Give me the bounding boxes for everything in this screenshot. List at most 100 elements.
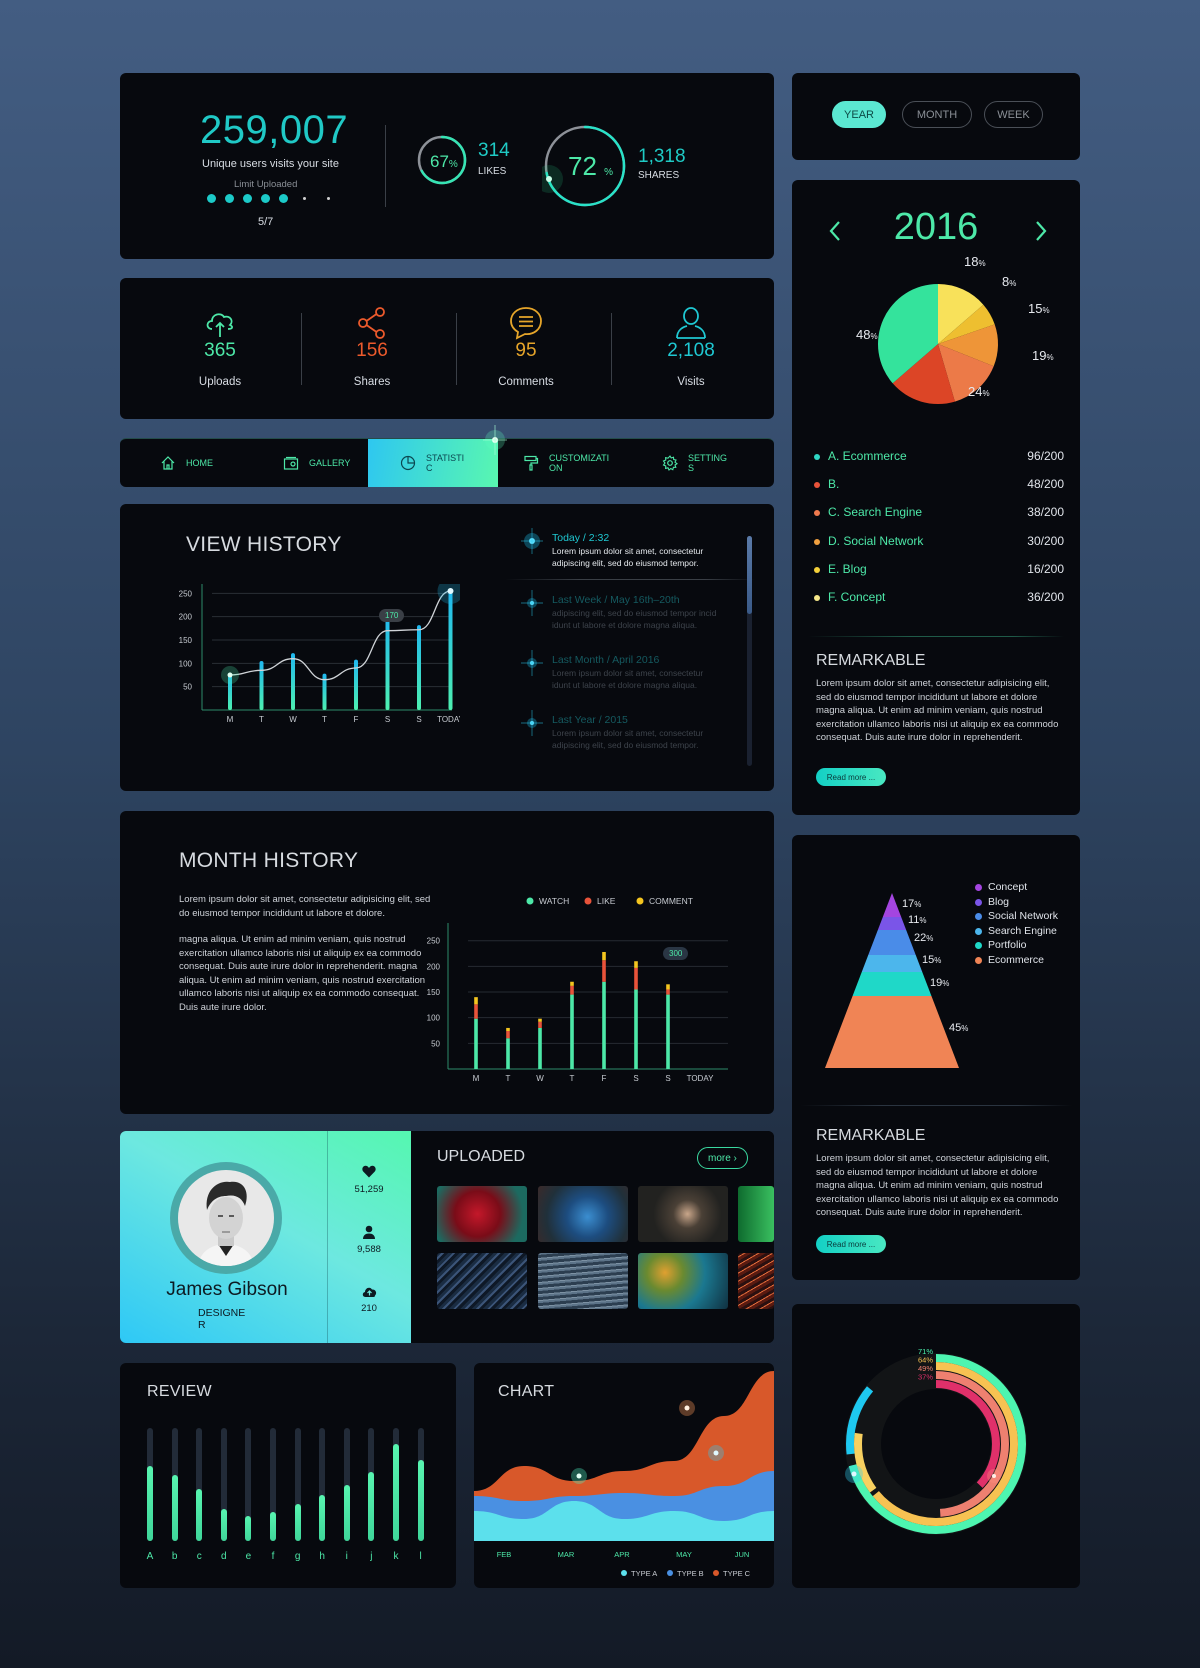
review-bar [319,1428,326,1541]
thumbnail[interactable] [738,1253,774,1309]
x-tick-label: M [227,715,234,724]
legend-dot [975,927,982,935]
legend-marker [621,1570,627,1576]
legend-value: 36/200 [1027,590,1064,604]
area-chart-title: CHART [498,1383,555,1400]
legend-label: TYPE C [723,1569,751,1578]
stat-label: Visits [677,376,705,388]
pyramid-card: 17% 11% 22% 15% 19% 45% Concept Blog Social Net… [792,835,1080,1280]
stat-value: 2,108 [667,340,715,361]
x-tick-label: MAY [676,1550,692,1559]
likes-percent: 67% [430,152,458,171]
legend-dot [814,510,820,517]
nav-home[interactable]: HOME [160,439,280,487]
limit-dot [303,197,306,200]
glow-point [851,1471,857,1477]
x-tick-label: S [416,715,421,724]
legend-label: Social Network [988,910,1059,923]
thumbnail[interactable] [538,1253,628,1309]
bar-segment [666,989,670,995]
month-history-paragraph-1: Lorem ipsum dolor sit amet, consectetur … [179,894,431,919]
bar-segment [570,994,574,1069]
x-tick-label: F [354,715,359,724]
thumbnail[interactable] [638,1186,728,1242]
pyramid-label: 45% [949,1022,968,1034]
bar-segment [474,997,478,1005]
review-title: REVIEW [147,1383,212,1400]
limit-dot [243,194,252,203]
thumbnail[interactable] [738,1186,774,1242]
read-more-button[interactable]: Read more ... [816,768,886,786]
period-month-button[interactable]: MONTH [902,101,972,128]
thumbnail[interactable] [538,1186,628,1242]
bar-segment [666,984,670,990]
more-button[interactable]: more › [697,1147,748,1169]
remarkable-text: Lorem ipsum dolor sit amet, consectetur … [816,678,1059,743]
thumbnail[interactable] [437,1186,527,1242]
area-chart-card: CHART FEB MAR APR MAY JUN TYPE A TYPE B TYPE C [474,1363,774,1588]
scrollbar-thumb[interactable] [747,536,752,614]
x-tick-label: T [506,1074,511,1083]
y-tick-label: 250 [179,589,193,598]
stat-uploads[interactable]: 365 Uploads [145,278,295,419]
x-tick-label: APR [614,1550,630,1559]
pyramid-level [825,996,959,1068]
x-tick-label: S [633,1074,638,1083]
review-label: i [345,1551,348,1562]
review-label: c [196,1551,202,1562]
legend-label: A. Ecommerce [828,449,907,463]
avatar[interactable] [178,1170,274,1266]
divider [808,636,1064,637]
review-bar [196,1428,203,1541]
limit-dot [261,194,270,203]
pie-label: 18% [964,256,986,269]
timeline-title: Last Week / May 16th–20th [552,594,680,606]
profile-name: James Gibson [166,1279,288,1300]
x-tick-label: TODAY [687,1074,714,1083]
glow-point [576,1473,582,1479]
profile-panel: James Gibson DESIGNER 51,259 9,588 210 [120,1131,411,1343]
review-bar [343,1428,350,1541]
thumbnail[interactable] [437,1253,527,1309]
shares-percent: 72 % [568,151,614,181]
legend-dot [975,884,982,891]
read-more-button[interactable]: Read more ... [816,1235,886,1253]
likes-label: LIKES [478,166,507,177]
pyramid-label: 17% [902,898,921,910]
view-history-chart: 50 100 150 200 250 M T W T F S S TODAY [179,584,460,724]
chevron-right-icon[interactable] [1034,220,1048,242]
month-history-chart: WATCH LIKE COMMENT 50 100 150 200 250 M T W T F S S TOD… [427,896,728,1083]
timeline-scrollbar[interactable] [747,536,752,766]
stat-comments[interactable]: 95 Comments [451,278,601,419]
stat-visits[interactable]: 2,108 Visits [616,278,766,419]
stat-shares[interactable]: 156 Shares [297,278,447,419]
y-tick-label: 200 [427,962,441,971]
period-year-button[interactable]: YEAR [832,101,886,128]
nav-statistic[interactable]: STATISTIC [368,439,498,487]
month-history-paragraph-2: magna aliqua. Ut enim ad minim veniam, q… [179,934,426,1013]
timeline-title: Today / 2:32 [552,532,610,544]
thumbnail[interactable] [638,1253,728,1309]
nav-customization[interactable]: CUSTOMIZATION [523,439,653,487]
bar [354,659,358,710]
divider [800,1105,1072,1106]
legend-marker [636,897,644,905]
nav-settings[interactable]: SETTINGS [662,439,772,487]
home-icon [161,456,175,470]
legend-label: C. Search Engine [828,505,923,520]
year-pie-chart: 18% 8% 15% 19% 24% 48% [856,256,1054,404]
period-week-button[interactable]: WEEK [984,101,1043,128]
bar [259,661,264,710]
nav-label: STATISTIC [426,453,465,473]
stat-value: 210 [361,1303,377,1314]
period-selector-card: YEAR MONTH WEEK [792,73,1080,160]
avatar-ring [170,1162,282,1274]
limit-text: 5/7 [258,216,274,228]
uploaded-title: UPLOADED [437,1148,526,1165]
heart-icon [362,1165,376,1178]
legend-value: 96/200 [1027,449,1064,463]
stat-value: 9,588 [357,1244,381,1255]
legend-label: D. Social Network [828,533,924,548]
legend-value: 16/200 [1027,561,1064,576]
shares-label: SHARES [638,170,680,181]
